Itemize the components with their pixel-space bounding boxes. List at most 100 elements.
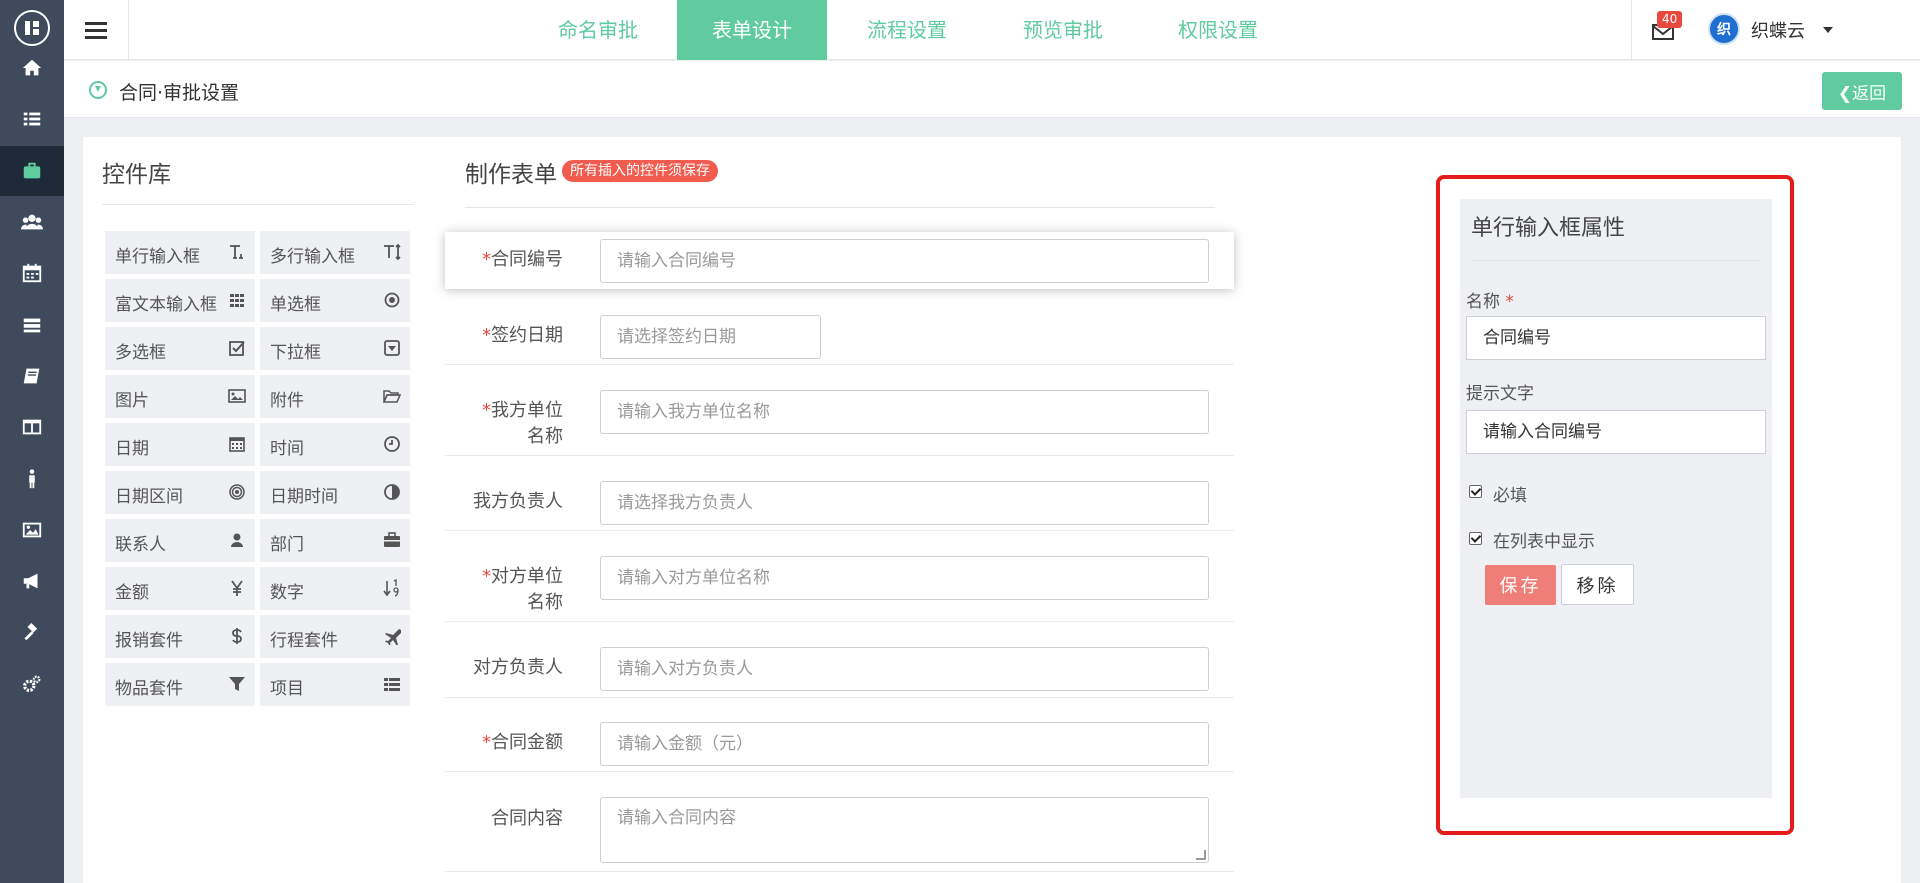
control-label: 多选框 bbox=[115, 343, 166, 363]
control-goods-kit[interactable]: 物品套件 bbox=[105, 663, 255, 706]
control-multi-line-input[interactable]: 多行输入框 bbox=[260, 231, 410, 274]
nav-settings-icon[interactable] bbox=[0, 659, 64, 709]
field-label-contract-number: *合同编号 bbox=[445, 247, 563, 273]
control-radio[interactable]: 单选框 bbox=[260, 279, 410, 322]
top-divider bbox=[1631, 0, 1632, 60]
tab-permission-settings[interactable]: 权限设置 bbox=[1158, 0, 1278, 60]
row-divider bbox=[445, 364, 1234, 365]
required-checkbox[interactable] bbox=[1469, 485, 1482, 498]
field-label-counterparty-manager: 对方负责人 bbox=[445, 655, 563, 681]
control-time[interactable]: 时间 bbox=[260, 423, 410, 466]
app-logo[interactable] bbox=[14, 10, 50, 46]
nav-list-icon[interactable] bbox=[0, 94, 64, 144]
control-label: 单行输入框 bbox=[115, 247, 200, 267]
field-input-contract-amount[interactable]: 请输入金额（元） bbox=[600, 722, 1209, 766]
control-label: 图片 bbox=[115, 391, 149, 411]
field-input-counterparty-company[interactable]: 请输入对方单位名称 bbox=[600, 556, 1209, 600]
control-label: 时间 bbox=[270, 439, 304, 459]
left-nav-bar bbox=[0, 0, 64, 883]
field-label-contract-content: 合同内容 bbox=[445, 806, 563, 832]
nav-gavel-icon[interactable] bbox=[0, 608, 64, 658]
control-contact[interactable]: 联系人 bbox=[105, 519, 255, 562]
control-label: 单选框 bbox=[270, 295, 321, 315]
required-mark: * bbox=[482, 400, 491, 421]
divider bbox=[465, 207, 1215, 208]
divider bbox=[102, 204, 414, 205]
required-mark: * bbox=[1505, 292, 1514, 312]
control-label: 项目 bbox=[270, 679, 304, 699]
filter-icon bbox=[229, 677, 245, 691]
bullseye-icon bbox=[229, 484, 245, 500]
name-label: 名称 * bbox=[1466, 287, 1514, 312]
control-label: 报销套件 bbox=[115, 631, 183, 651]
remove-button[interactable]: 移除 bbox=[1561, 564, 1634, 605]
control-travel-kit[interactable]: 行程套件 bbox=[260, 615, 410, 658]
nav-server-icon[interactable] bbox=[0, 300, 64, 350]
control-amount[interactable]: 金额 bbox=[105, 567, 255, 610]
control-reimbursement-kit[interactable]: 报销套件 bbox=[105, 615, 255, 658]
arrow-down-circle-icon bbox=[89, 81, 107, 99]
field-textarea-contract-content[interactable]: 请输入合同内容 bbox=[600, 797, 1209, 863]
plane-icon bbox=[385, 629, 401, 645]
divider bbox=[1471, 260, 1761, 261]
field-input-sign-date[interactable]: 请选择签约日期 bbox=[600, 315, 821, 359]
nav-columns-icon[interactable] bbox=[0, 402, 64, 452]
field-input-our-company[interactable]: 请输入我方单位名称 bbox=[600, 390, 1209, 434]
field-input-contract-number[interactable]: 请输入合同编号 bbox=[600, 239, 1209, 283]
back-button-label: 返回 bbox=[1852, 83, 1887, 104]
nav-picture-icon[interactable] bbox=[0, 505, 64, 555]
nav-home-icon[interactable] bbox=[0, 43, 64, 93]
logo-icon bbox=[25, 21, 39, 35]
list-icon bbox=[384, 678, 400, 691]
control-rich-text-input[interactable]: 富文本输入框 bbox=[105, 279, 255, 322]
control-date[interactable]: 日期 bbox=[105, 423, 255, 466]
show-in-list-checkbox[interactable] bbox=[1469, 532, 1482, 545]
control-number[interactable]: 数字 bbox=[260, 567, 410, 610]
control-department[interactable]: 部门 bbox=[260, 519, 410, 562]
tab-preview-approval[interactable]: 预览审批 bbox=[1003, 0, 1123, 60]
field-input-our-manager[interactable]: 请选择我方负责人 bbox=[600, 481, 1209, 525]
form-warning-badge: 所有插入的控件须保存 bbox=[562, 160, 718, 182]
control-single-line-input[interactable]: 单行输入框 bbox=[105, 231, 255, 274]
control-date-range[interactable]: 日期区间 bbox=[105, 471, 255, 514]
control-checkbox[interactable]: 多选框 bbox=[105, 327, 255, 370]
control-attachment[interactable]: 附件 bbox=[260, 375, 410, 418]
user-name[interactable]: 织蝶云 bbox=[1751, 17, 1805, 43]
control-label: 行程套件 bbox=[270, 631, 338, 651]
control-project[interactable]: 项目 bbox=[260, 663, 410, 706]
row-divider bbox=[445, 530, 1234, 531]
back-button[interactable]: ❮返回 bbox=[1822, 72, 1902, 110]
clock-icon bbox=[384, 436, 400, 452]
control-label: 日期区间 bbox=[115, 487, 183, 507]
control-date-time[interactable]: 日期时间 bbox=[260, 471, 410, 514]
field-input-counterparty-manager[interactable]: 请输入对方负责人 bbox=[600, 647, 1209, 691]
control-dropdown[interactable]: 下拉框 bbox=[260, 327, 410, 370]
required-checkbox-label: 必填 bbox=[1493, 486, 1527, 506]
text-height-icon bbox=[384, 243, 401, 261]
control-image[interactable]: 图片 bbox=[105, 375, 255, 418]
name-input[interactable]: 合同编号 bbox=[1466, 316, 1766, 360]
menu-toggle-icon[interactable] bbox=[64, 0, 129, 60]
tab-flow-settings[interactable]: 流程设置 bbox=[847, 0, 967, 60]
resize-handle-icon[interactable] bbox=[1196, 850, 1206, 860]
nav-bullhorn-icon[interactable] bbox=[0, 556, 64, 606]
field-label-text: 我方负责人 bbox=[473, 491, 563, 512]
half-circle-icon bbox=[384, 484, 400, 500]
field-label-text: 名称 bbox=[527, 592, 563, 613]
dollar-icon bbox=[232, 628, 242, 644]
tab-form-design[interactable]: 表单设计 bbox=[677, 0, 827, 60]
control-label: 数字 bbox=[270, 583, 304, 603]
row-divider bbox=[445, 697, 1234, 698]
hint-text-input[interactable]: 请输入合同编号 bbox=[1466, 410, 1766, 454]
nav-briefcase-icon[interactable] bbox=[0, 146, 64, 196]
chevron-down-icon[interactable] bbox=[1823, 27, 1833, 33]
nav-calendar-icon[interactable] bbox=[0, 248, 64, 298]
field-label-text: 签约日期 bbox=[491, 325, 563, 346]
avatar[interactable]: 织 bbox=[1708, 13, 1740, 45]
nav-book-icon[interactable] bbox=[0, 351, 64, 401]
nav-users-icon[interactable] bbox=[0, 197, 64, 247]
nav-person-icon[interactable] bbox=[0, 454, 64, 504]
tab-naming-approval[interactable]: 命名审批 bbox=[538, 0, 658, 60]
control-label: 多行输入框 bbox=[270, 247, 355, 267]
save-button[interactable]: 保存 bbox=[1485, 565, 1556, 605]
